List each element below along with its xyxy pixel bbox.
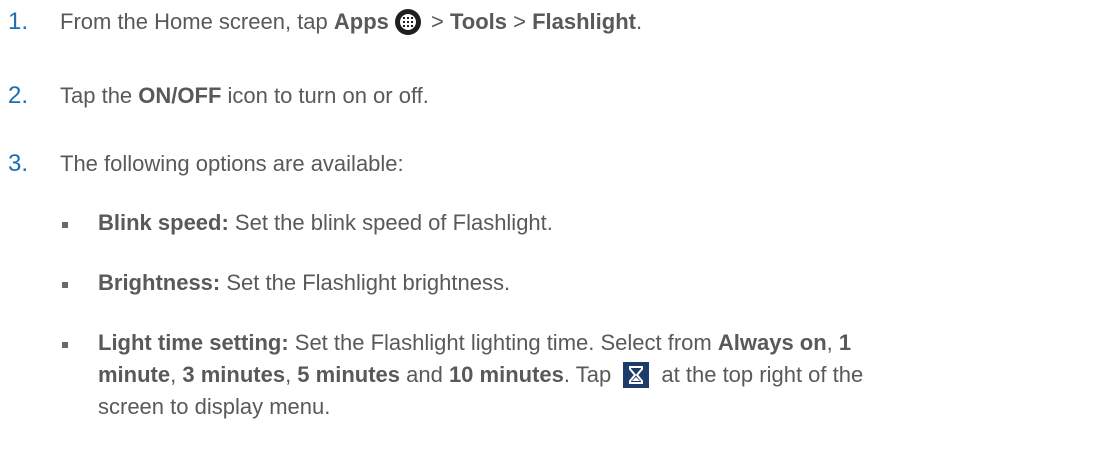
- step-text: Tap the ON/OFF icon to turn on or off.: [60, 82, 429, 110]
- option-1-minute-unit: minute: [98, 362, 171, 387]
- tap-text: . Tap: [563, 362, 618, 387]
- option-1-minute-number: 1: [838, 330, 852, 355]
- step-text-part: From the Home screen, tap: [60, 9, 334, 34]
- option-brightness: Brightness: Set the Flashlight brightnes…: [98, 269, 510, 297]
- comma: ,: [826, 330, 839, 355]
- step-text: The following options are available:: [60, 151, 404, 176]
- conjunction: and: [400, 362, 449, 387]
- step-number: 3.: [8, 150, 29, 177]
- option-light-time-line-2: minute, 3 minutes, 5 minutes and 10 minu…: [98, 361, 863, 389]
- step-text-part: icon to turn on or off.: [221, 83, 429, 108]
- apps-label: Apps: [333, 9, 389, 34]
- onoff-label: ON/OFF: [138, 83, 222, 108]
- separator: >: [424, 9, 450, 34]
- period: .: [635, 9, 643, 34]
- option-light-time-line-3: screen to display menu.: [98, 393, 330, 421]
- step-text: From the Home screen, tap Apps > Tools >…: [60, 8, 642, 36]
- step-number: 2.: [8, 82, 29, 109]
- comma: ,: [170, 362, 183, 387]
- option-label: Brightness:: [98, 270, 221, 295]
- bullet-marker: [62, 342, 68, 348]
- tools-label: Tools: [449, 9, 507, 34]
- separator: >: [507, 9, 533, 34]
- apps-grid-icon: [394, 9, 421, 35]
- bullet-marker: [62, 222, 68, 228]
- option-text: Set the Flashlight brightness.: [220, 270, 511, 295]
- option-3-minutes: 3 minutes: [182, 362, 286, 387]
- option-text: Set the blink speed of Flashlight.: [228, 210, 553, 235]
- option-label: Light time setting:: [98, 330, 289, 355]
- step-text-part: Tap the: [60, 83, 139, 108]
- option-always-on: Always on: [717, 330, 827, 355]
- option-5-minutes: 5 minutes: [297, 362, 400, 387]
- step-number: 1.: [8, 8, 29, 35]
- option-text: screen to display menu.: [98, 394, 331, 419]
- option-text: at the top right of the: [655, 362, 864, 387]
- document-page: 1. From the Home screen, tap Apps > Tool…: [0, 0, 1115, 455]
- option-10-minutes: 10 minutes: [448, 362, 564, 387]
- option-text: Set the Flashlight lighting time. Select…: [288, 330, 718, 355]
- comma: ,: [285, 362, 298, 387]
- option-label: Blink speed:: [98, 210, 229, 235]
- hourglass-icon: [623, 362, 650, 388]
- option-light-time-setting: Light time setting: Set the Flashlight l…: [98, 329, 851, 357]
- option-blink-speed: Blink speed: Set the blink speed of Flas…: [98, 209, 553, 237]
- flashlight-label: Flashlight: [532, 9, 636, 34]
- bullet-marker: [62, 282, 68, 288]
